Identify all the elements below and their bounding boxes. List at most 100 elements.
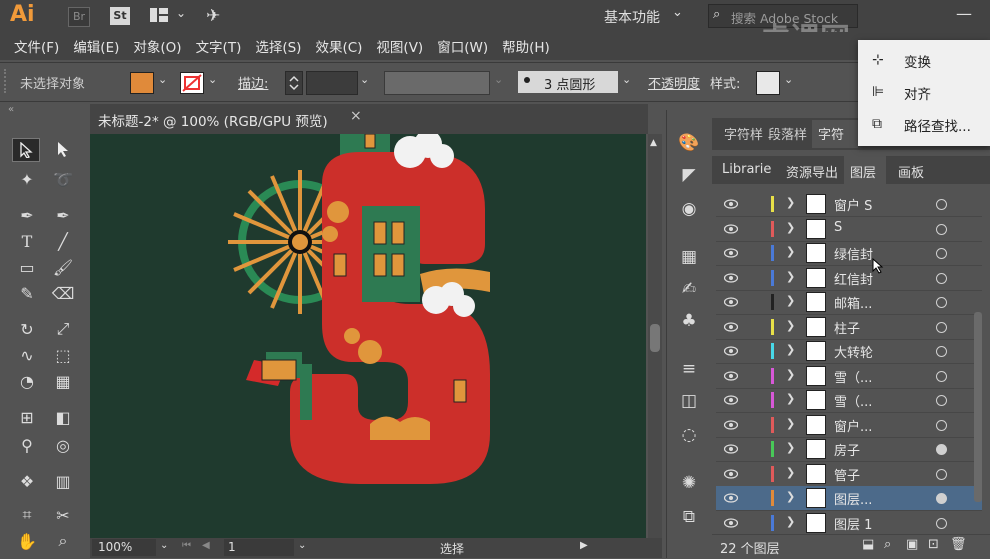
- arrange-documents-icon[interactable]: [150, 8, 168, 22]
- layer-name[interactable]: S: [834, 220, 842, 235]
- tab-paragraph-styles[interactable]: 段落样: [768, 124, 807, 143]
- magic-wand-tool-icon[interactable]: ✦: [14, 168, 40, 190]
- tab-asset-export[interactable]: 资源导出: [786, 162, 838, 181]
- layer-target-icon[interactable]: [936, 419, 947, 431]
- tab-character[interactable]: 字符: [812, 120, 858, 148]
- zoom-field[interactable]: 100%: [92, 539, 156, 556]
- gradient-panel-icon[interactable]: ◤: [678, 164, 700, 186]
- layer-name[interactable]: 图层...: [834, 489, 872, 508]
- visibility-eye-icon[interactable]: [723, 345, 739, 356]
- brush-definition[interactable]: 3 点圆形: [518, 71, 618, 93]
- layer-row[interactable]: ❯ 绿信封: [716, 241, 982, 266]
- gradient-tool-icon[interactable]: ◧: [50, 406, 76, 428]
- curvature-tool-icon[interactable]: ✒: [50, 204, 76, 226]
- artboard-tool-icon[interactable]: ⌗: [14, 504, 40, 526]
- scroll-up-icon[interactable]: ▲: [650, 138, 657, 148]
- swatches-panel-icon[interactable]: ▦: [678, 246, 700, 268]
- visibility-eye-icon[interactable]: [723, 223, 739, 234]
- stroke-panel-icon[interactable]: ≡: [678, 358, 700, 380]
- hand-tool-icon[interactable]: ✋: [14, 530, 40, 552]
- layer-name[interactable]: 雪（...: [834, 367, 872, 386]
- menu-effect[interactable]: 效果(C): [315, 36, 362, 56]
- graphic-styles-panel-icon[interactable]: ◌: [678, 424, 700, 446]
- visibility-eye-icon[interactable]: [723, 394, 739, 405]
- brushes-panel-icon[interactable]: ✍: [678, 278, 700, 300]
- stroke-weight-input[interactable]: [306, 71, 358, 95]
- vertical-scrollbar[interactable]: ▲: [648, 134, 662, 538]
- layers-scroll-thumb[interactable]: [974, 312, 982, 502]
- collect-export-icon[interactable]: ⬓: [862, 537, 874, 552]
- menu-window[interactable]: 窗口(W): [437, 36, 488, 56]
- paintbrush-tool-icon[interactable]: 🖌: [50, 256, 76, 278]
- visibility-eye-icon[interactable]: [723, 321, 739, 332]
- slice-tool-icon[interactable]: ✂: [50, 504, 76, 526]
- visibility-eye-icon[interactable]: [723, 419, 739, 430]
- perspective-grid-tool-icon[interactable]: ▦: [50, 370, 76, 392]
- bridge-button[interactable]: Br: [68, 7, 90, 27]
- expand-arrow-icon[interactable]: ❯: [786, 196, 795, 209]
- layer-target-icon[interactable]: [936, 370, 947, 382]
- layer-row[interactable]: ❯ 邮箱...: [716, 290, 982, 315]
- scale-tool-icon[interactable]: ⤢: [50, 318, 76, 340]
- artboard-canvas[interactable]: [90, 134, 646, 538]
- stock-button[interactable]: St: [110, 7, 130, 25]
- selection-tool-icon[interactable]: [12, 138, 40, 162]
- menu-view[interactable]: 视图(V): [376, 36, 423, 56]
- chevron-down-icon[interactable]: ⌄: [622, 73, 631, 86]
- layer-target-icon[interactable]: [936, 223, 947, 235]
- menu-item-transform[interactable]: ⊹ 变换: [858, 46, 990, 76]
- chevron-down-icon[interactable]: ⌄: [160, 540, 168, 551]
- expand-arrow-icon[interactable]: ❯: [786, 466, 795, 479]
- layer-target-icon[interactable]: [936, 493, 947, 504]
- collapse-icon[interactable]: «: [8, 104, 14, 115]
- minimize-icon[interactable]: —: [956, 4, 972, 23]
- menu-file[interactable]: 文件(F): [14, 36, 59, 56]
- chevron-down-icon[interactable]: ⌄: [672, 5, 683, 20]
- graph-tool-icon[interactable]: ▥: [50, 470, 76, 492]
- expand-arrow-icon[interactable]: ❯: [786, 245, 795, 258]
- chevron-down-icon[interactable]: ⌄: [360, 73, 369, 86]
- trash-icon[interactable]: 🗑: [950, 537, 967, 552]
- locate-object-icon[interactable]: ⌕: [884, 537, 891, 552]
- tab-character-styles[interactable]: 字符样: [724, 124, 763, 143]
- pen-tool-icon[interactable]: ✒: [14, 204, 40, 226]
- layer-name[interactable]: 房子: [834, 440, 860, 459]
- menu-select[interactable]: 选择(S): [255, 36, 301, 56]
- menu-object[interactable]: 对象(O): [133, 36, 181, 56]
- layer-name[interactable]: 窗户...: [834, 416, 872, 435]
- expand-arrow-icon[interactable]: ❯: [786, 392, 795, 405]
- expand-arrow-icon[interactable]: ❯: [786, 221, 795, 234]
- layer-row[interactable]: ❯ 房子: [716, 437, 982, 462]
- visibility-eye-icon[interactable]: [723, 247, 739, 258]
- expand-arrow-icon[interactable]: ❯: [786, 490, 795, 503]
- layer-row[interactable]: ❯ S: [716, 217, 982, 242]
- gpu-performance-icon[interactable]: ✈: [206, 6, 220, 26]
- layer-row[interactable]: ❯ 图层 1: [716, 511, 982, 536]
- expand-arrow-icon[interactable]: ❯: [786, 270, 795, 283]
- layer-row[interactable]: ❯ 管子: [716, 462, 982, 487]
- symbols-panel-icon[interactable]: ♣: [678, 310, 700, 332]
- layer-row[interactable]: ❯ 柱子: [716, 315, 982, 340]
- visibility-eye-icon[interactable]: [723, 198, 739, 209]
- zoom-tool-icon[interactable]: ⌕: [50, 530, 76, 552]
- tab-libraries[interactable]: Librarie: [722, 162, 771, 177]
- shape-builder-tool-icon[interactable]: ◔: [14, 370, 40, 392]
- eyedropper-tool-icon[interactable]: ⚲: [14, 434, 40, 456]
- shaper-tool-icon[interactable]: ✎: [14, 282, 40, 304]
- grip-handle[interactable]: [4, 69, 10, 93]
- free-transform-tool-icon[interactable]: ⬚: [50, 344, 76, 366]
- menu-type[interactable]: 文字(T): [196, 36, 242, 56]
- rectangle-tool-icon[interactable]: ▭: [14, 256, 40, 278]
- line-tool-icon[interactable]: ╱: [50, 230, 76, 252]
- symbol-sprayer-tool-icon[interactable]: ❖: [14, 470, 40, 492]
- layer-name[interactable]: 邮箱...: [834, 293, 872, 312]
- scroll-thumb[interactable]: [650, 324, 660, 352]
- layer-target-icon[interactable]: [936, 346, 947, 357]
- layer-row[interactable]: ❯ 窗户...: [716, 413, 982, 438]
- visibility-eye-icon[interactable]: [723, 296, 739, 307]
- layer-target-icon[interactable]: [936, 248, 947, 259]
- visibility-eye-icon[interactable]: [723, 272, 739, 283]
- layer-target-icon[interactable]: [936, 468, 947, 480]
- expand-arrow-icon[interactable]: ❯: [786, 294, 795, 307]
- layer-name[interactable]: 窗户 S: [834, 195, 872, 214]
